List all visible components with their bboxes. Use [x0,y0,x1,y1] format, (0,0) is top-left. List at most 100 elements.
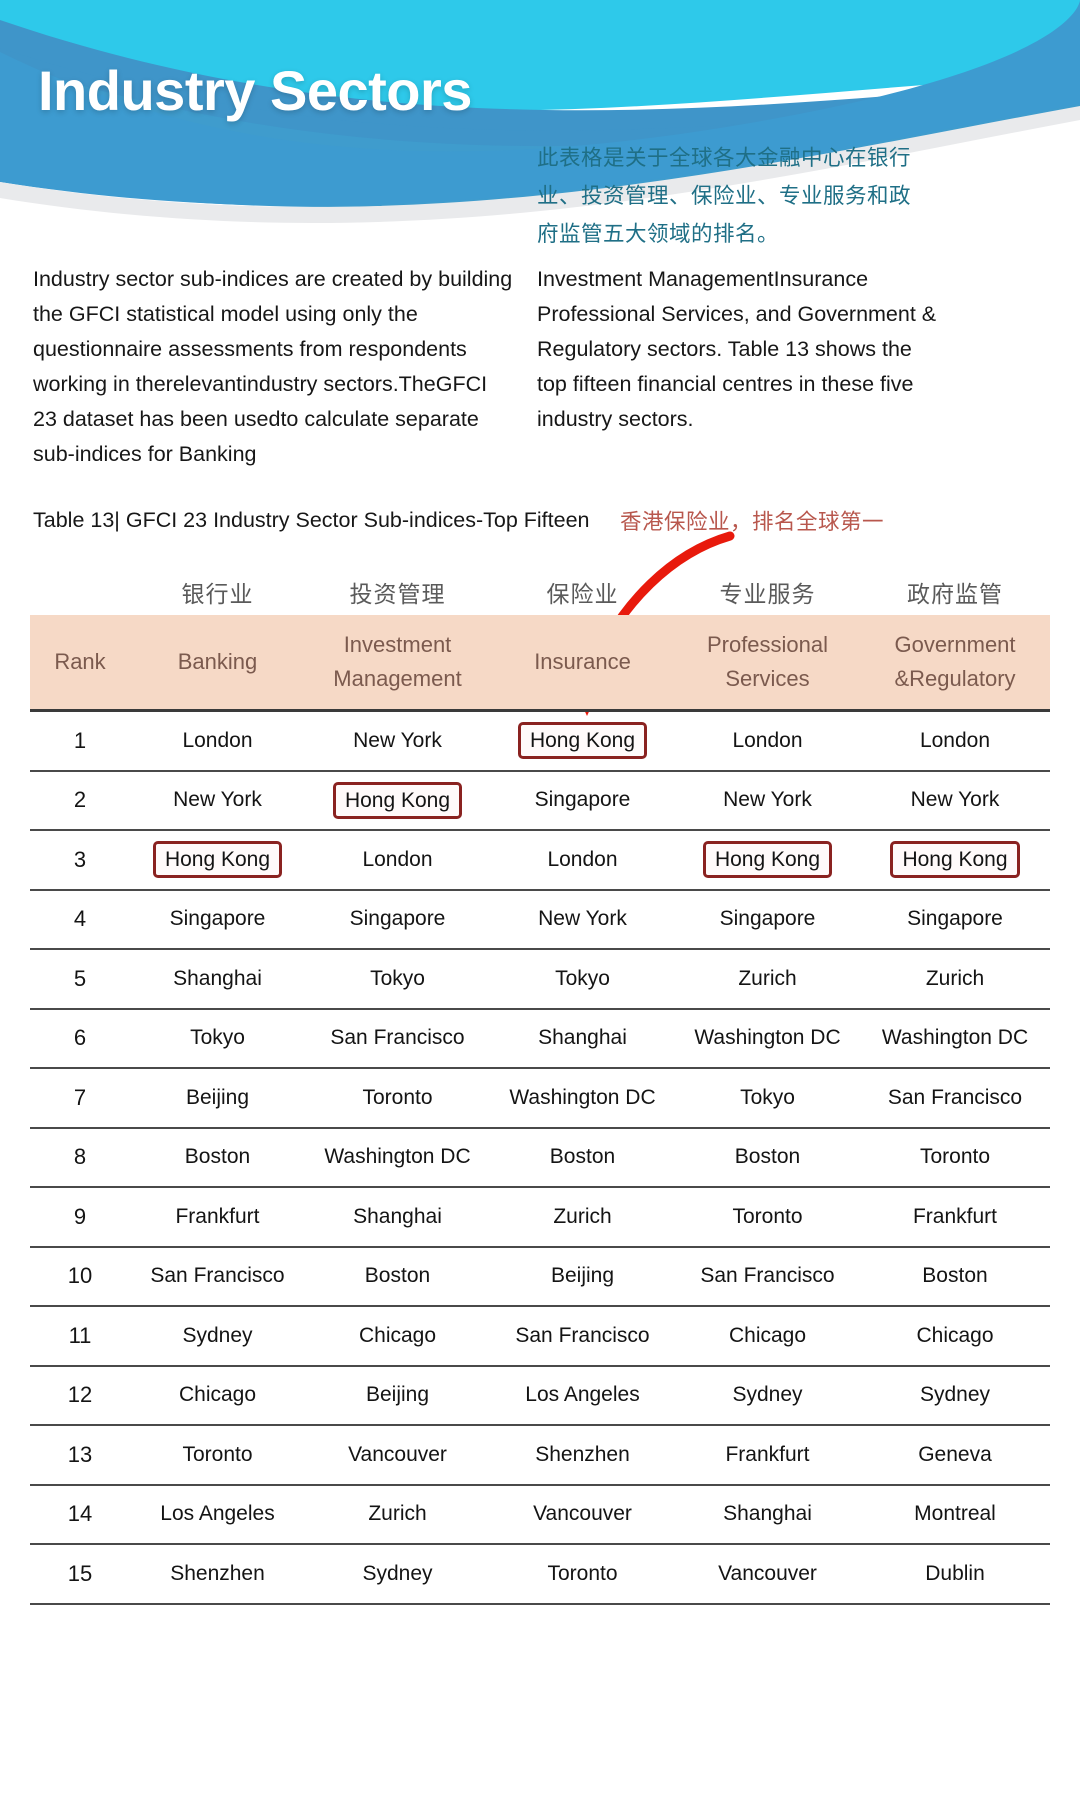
centre-cell: Toronto [305,1068,490,1129]
table-row: 8 Boston Washington DC Boston Boston Toronto [30,1127,1050,1188]
highlighted-centre: Hong Kong [702,841,833,879]
table-row: 6 Tokyo San Francisco Shanghai Washington DC… [30,1008,1050,1069]
chinese-column-labels: 银行业 投资管理 保险业 专业服务 政府监管 [30,575,1050,609]
centre-cell: Boston [860,1246,1050,1307]
rank-cell: 13 [30,1425,130,1486]
cn-label-spacer [30,575,130,609]
centre-cell: Singapore [860,889,1050,950]
centre-cell: Frankfurt [130,1187,305,1248]
rank-cell: 2 [30,770,130,831]
centre-cell: Beijing [130,1068,305,1129]
column-header-insurance: Insurance [490,615,675,711]
centre-cell: Shanghai [130,949,305,1010]
centre-cell: Vancouver [675,1544,860,1605]
centre-cell: New York [130,770,305,831]
centre-cell: Toronto [490,1544,675,1605]
chinese-intro-text: 此表格是关于全球各大金融中心在银行业、投资管理、保险业、专业服务和政府监管五大领… [537,146,912,246]
table-row: 11 Sydney Chicago San Francisco Chicago Chica… [30,1306,1050,1367]
centre-cell: Zurich [305,1484,490,1545]
rank-cell: 3 [30,830,130,891]
centre-cell: Boston [305,1246,490,1307]
rank-cell: 6 [30,1008,130,1069]
column-header-government-regulatory-line-1: Government [894,632,1016,657]
column-header-professional-services-line-2: Services [725,666,810,691]
centre-cell: Hong Kong [305,770,490,831]
centre-cell: Shanghai [490,1008,675,1069]
rank-cell: 7 [30,1068,130,1129]
centre-cell: Frankfurt [860,1187,1050,1248]
centre-cell: New York [675,770,860,831]
table-body: 1 London New York Hong Kong London London 2 New… [30,710,1050,1605]
cn-label-insurance: 保险业 [546,581,619,607]
rank-cell: 11 [30,1306,130,1367]
centre-cell: Hong Kong [675,830,860,891]
centre-cell: Zurich [860,949,1050,1010]
table-row: 10 San Francisco Boston Beijing San Francisc… [30,1246,1050,1307]
centre-cell: Tokyo [305,949,490,1010]
table-row: 13 Toronto Vancouver Shenzhen Frankfurt Genev… [30,1425,1050,1486]
centre-cell: Sydney [860,1365,1050,1426]
centre-cell: Shenzhen [130,1544,305,1605]
centre-cell: Singapore [675,889,860,950]
highlighted-centre: Hong Kong [152,841,283,879]
centre-cell: Tokyo [675,1068,860,1129]
centre-cell: Sydney [305,1544,490,1605]
column-header-investment-management-line-2: Management [333,666,462,691]
centre-cell: Shanghai [675,1484,860,1545]
column-header-investment-management: Investment Management [305,615,490,711]
centre-cell: Singapore [305,889,490,950]
table-row: 12 Chicago Beijing Los Angeles Sydney Sydney [30,1365,1050,1426]
centre-cell: Toronto [860,1127,1050,1188]
column-header-professional-services: Professional Services [675,615,860,711]
centre-cell: Toronto [675,1187,860,1248]
column-header-professional-services-line-1: Professional [706,632,829,657]
centre-cell: Beijing [490,1246,675,1307]
centre-cell: Los Angeles [130,1484,305,1545]
column-header-banking-line-1: Banking [177,649,258,674]
centre-cell: Tokyo [490,949,675,1010]
centre-cell: New York [490,889,675,950]
rank-cell: 8 [30,1127,130,1188]
column-header-insurance-line-1: Insurance [534,649,631,674]
table-row: 14 Los Angeles Zurich Vancouver Shanghai Mont… [30,1484,1050,1545]
chinese-annotation: 香港保险业，排名全球第一 [620,510,885,534]
rank-cell: 1 [30,710,130,772]
table-row: 7 Beijing Toronto Washington DC Tokyo San Fra… [30,1068,1050,1129]
centre-cell: Zurich [675,949,860,1010]
centre-cell: Tokyo [130,1008,305,1069]
centre-cell: Boston [130,1127,305,1188]
rank-cell: 4 [30,889,130,950]
centre-cell: Washington DC [305,1127,490,1188]
centre-cell: Montreal [860,1484,1050,1545]
cn-label-government-regulatory: 政府监管 [907,581,1003,607]
centre-cell: Chicago [675,1306,860,1367]
table-row: 1 London New York Hong Kong London London [30,710,1050,772]
table-row: 9 Frankfurt Shanghai Zurich Toronto Frankfurt [30,1187,1050,1248]
page-title: Industry Sectors [38,59,472,122]
centre-cell: Singapore [130,889,305,950]
centre-cell: San Francisco [130,1246,305,1307]
column-header-government-regulatory: Government &Regulatory [860,615,1050,711]
cn-label-banking: 银行业 [181,581,254,607]
table-row: 3 Hong Kong London London Hong Kong Hong Kong [30,830,1050,891]
body-paragraph-left: Industry sector sub-indices are created … [33,267,513,466]
centre-cell: Chicago [860,1306,1050,1367]
centre-cell: Vancouver [305,1425,490,1486]
highlighted-centre: Hong Kong [890,841,1020,879]
centre-cell: London [675,710,860,772]
centre-cell: Dublin [860,1544,1050,1605]
centre-cell: New York [305,710,490,772]
column-header-government-regulatory-line-2: &Regulatory [894,666,1016,691]
cn-label-professional-services: 专业服务 [719,581,816,607]
centre-cell: Sydney [675,1365,860,1426]
industry-sector-table: Rank Banking Investment Management Insura… [30,615,1050,1605]
centre-cell: Vancouver [490,1484,675,1545]
centre-cell: London [305,830,490,891]
highlighted-centre: Hong Kong [517,722,648,760]
table-row: 4 Singapore Singapore New York Singapore Sing… [30,889,1050,950]
centre-cell: London [130,710,305,772]
rank-cell: 9 [30,1187,130,1248]
centre-cell: San Francisco [860,1068,1050,1129]
centre-cell: Beijing [305,1365,490,1426]
centre-cell: Zurich [490,1187,675,1248]
